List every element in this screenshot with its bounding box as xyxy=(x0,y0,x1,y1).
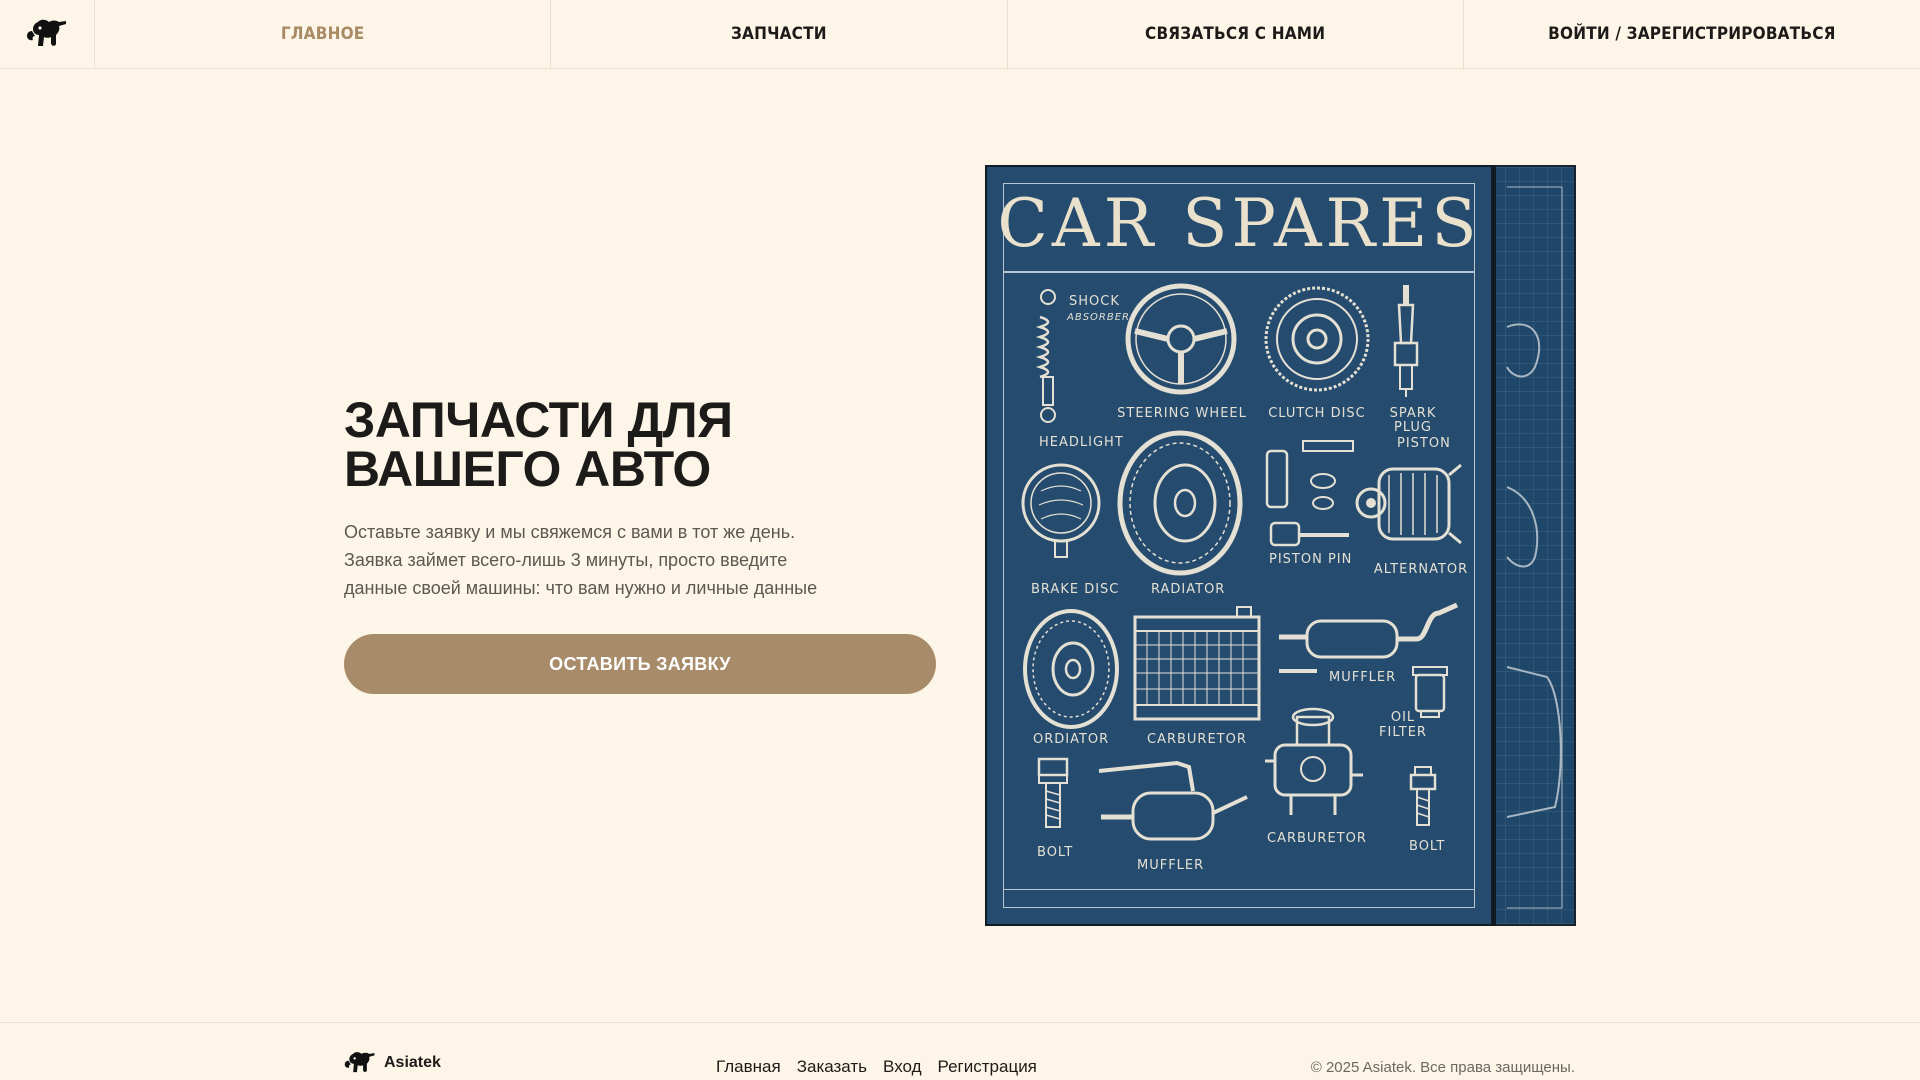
hero-description-line-1: Оставьте заявку и мы свяжемся с вами в т… xyxy=(344,522,796,542)
label-absorber: ABSORBER xyxy=(1067,312,1130,323)
poster-title: CAR SPARES xyxy=(997,185,1481,262)
label-piston: PISTON xyxy=(1397,436,1451,451)
spark-plug-icon xyxy=(1393,285,1419,397)
footer-brand[interactable]: Asiatek xyxy=(344,1051,441,1075)
carburetor-icon xyxy=(1265,707,1363,815)
radiator-icon xyxy=(1133,606,1261,721)
brake-disc-icon xyxy=(1023,609,1119,729)
poster-bottom-rule xyxy=(1003,888,1475,890)
hero-title-line-2: ВАШЕГО АВТО xyxy=(344,441,711,497)
bolt-icon xyxy=(1037,757,1069,828)
footer-link-register[interactable]: Регистрация xyxy=(938,1057,1037,1077)
nav-item-login-register[interactable]: ВОЙТИ / ЗАРЕГИСТРИРОВАТЬСЯ xyxy=(1464,0,1920,68)
label-steering-wheel: STEERING WHEEL xyxy=(1117,406,1247,421)
piston-parts-icon xyxy=(1265,440,1354,547)
label-bolt-1: BOLT xyxy=(1037,845,1074,860)
label-bolt-2: BOLT xyxy=(1409,839,1446,854)
alternator-icon xyxy=(1355,463,1462,545)
muffler-bottom-icon xyxy=(1098,760,1248,841)
hero-description: Оставьте заявку и мы свяжемся с вами в т… xyxy=(344,518,884,602)
headlight-icon xyxy=(1021,463,1101,558)
label-muffler-2: MUFFLER xyxy=(1137,858,1205,873)
bolt-right-icon xyxy=(1409,766,1437,826)
hero-description-line-3: данные своей машины: что вам нужно и лич… xyxy=(344,578,818,598)
poster-title-rule xyxy=(1003,271,1475,273)
label-brake-disc: BRAKE DISC xyxy=(1031,582,1120,597)
hero-description-line-2: Заявка займет всего-лишь 3 минуты, прост… xyxy=(344,550,788,570)
footer-link-order[interactable]: Заказать xyxy=(797,1057,867,1077)
footer-links: Главная Заказать Вход Регистрация xyxy=(716,1057,1037,1077)
logo[interactable] xyxy=(0,0,95,68)
label-muffler-1: MUFFLER xyxy=(1329,670,1397,685)
label-headlight: HEADLIGHT xyxy=(1039,435,1124,450)
shock-absorber-icon xyxy=(1035,289,1056,423)
footer-link-login[interactable]: Вход xyxy=(883,1057,921,1077)
submit-request-button[interactable]: ОСТАВИТЬ ЗАЯВКУ xyxy=(344,634,936,694)
footer: Asiatek Главная Заказать Вход Регистраци… xyxy=(0,1022,1920,1080)
car-spares-poster: CAR SPARES SHOCK ABSORBER STEERING WHEEL… xyxy=(985,165,1576,926)
nav-item-parts[interactable]: ЗАПЧАСТИ xyxy=(551,0,1008,68)
label-carburetor-1: CARBURETOR xyxy=(1147,732,1247,747)
elephant-logo-icon xyxy=(344,1052,375,1073)
label-piston-pin: PISTON PIN xyxy=(1269,552,1353,567)
poster-front-sheet: CAR SPARES SHOCK ABSORBER STEERING WHEEL… xyxy=(985,165,1493,926)
footer-brand-name: Asiatek xyxy=(384,1054,441,1071)
nav-item-contact[interactable]: СВЯЗАТЬСЯ С НАМИ xyxy=(1008,0,1464,68)
label-oil: OIL xyxy=(1390,710,1416,725)
top-navigation: ГЛАВНОЕ ЗАПЧАСТИ СВЯЗАТЬСЯ С НАМИ ВОЙТИ … xyxy=(0,0,1920,69)
label-alternator: ALTERNATOR xyxy=(1373,562,1469,577)
nav-item-home[interactable]: ГЛАВНОЕ xyxy=(95,0,552,68)
label-carburetor-2: CARBURETOR xyxy=(1267,831,1367,846)
hero-title-line-1: ЗАПЧАСТИ ДЛЯ xyxy=(344,392,733,448)
label-filter: FILTER xyxy=(1379,725,1427,740)
label-shock: SHOCK xyxy=(1069,294,1120,309)
label-clutch-disc: CLUTCH DISC xyxy=(1268,406,1366,421)
label-radiator: RADIATOR xyxy=(1151,582,1226,597)
label-ordiator: ORDIATOR xyxy=(1033,732,1110,747)
clutch-disc-icon xyxy=(1264,286,1370,392)
label-spark-plug: SPARK PLUG xyxy=(1389,406,1437,435)
tire-icon xyxy=(1117,430,1243,576)
elephant-logo-icon xyxy=(27,19,66,46)
footer-copyright: © 2025 Asiatek. Все права защищены. xyxy=(1310,1059,1575,1076)
hero-title: ЗАПЧАСТИ ДЛЯ ВАШЕГО АВТО xyxy=(344,392,864,497)
steering-wheel-icon xyxy=(1125,283,1237,395)
footer-link-home[interactable]: Главная xyxy=(716,1057,781,1077)
